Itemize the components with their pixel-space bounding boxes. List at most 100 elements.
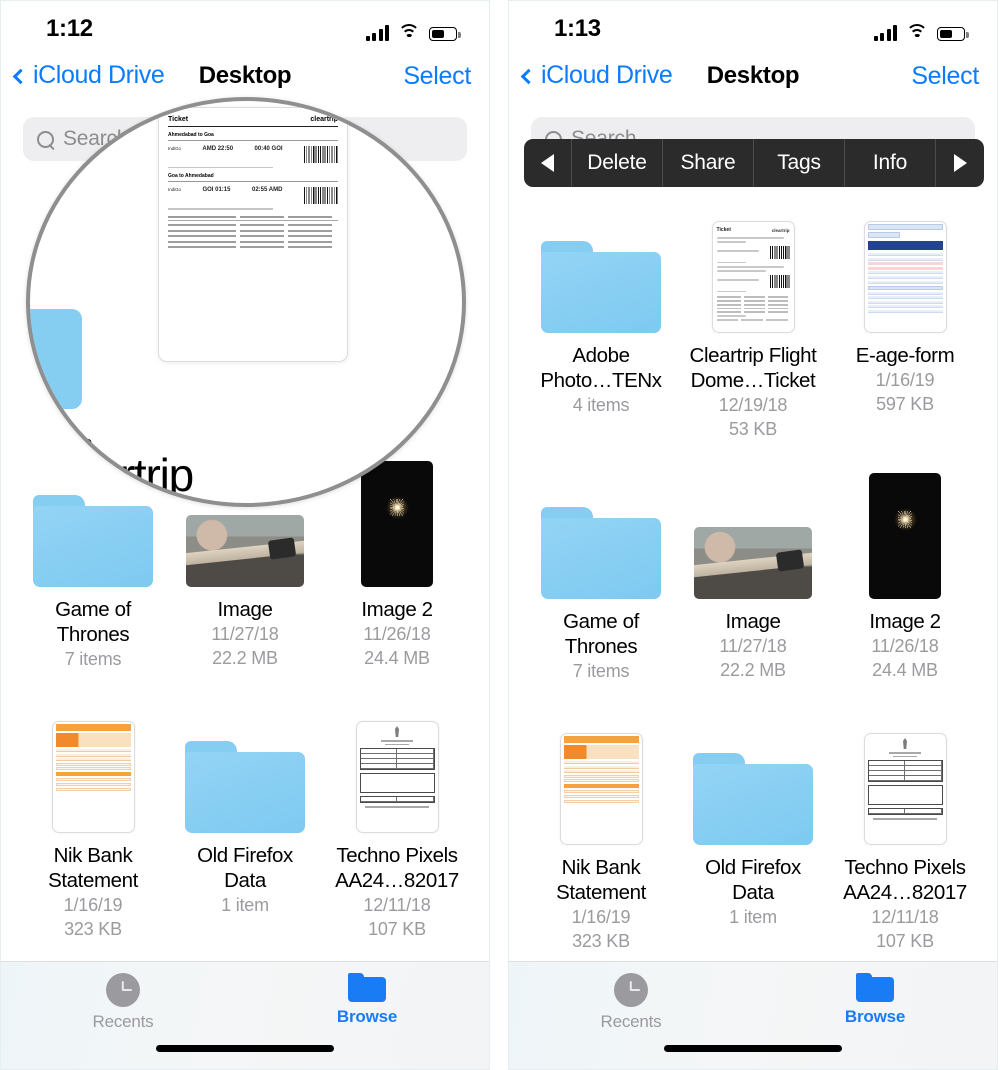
file-grid: Game of Thrones 7 items Image 11/27/18 2…	[1, 433, 489, 941]
file-meta-1: 7 items	[572, 661, 630, 681]
photo-thumbnail	[361, 461, 433, 587]
file-name-line1: Nik Bank	[561, 856, 641, 879]
file-cell[interactable]: Old Firefox Data 1 item	[677, 687, 829, 953]
file-cell[interactable]: Nik Bank Statement 1/16/19 323 KB	[525, 687, 677, 953]
thumbnail: Ticket cleartrip	[711, 207, 795, 333]
ticket-document-thumbnail: Ticket cleartrip Ahmedabad to Goa IndiGo…	[158, 107, 348, 362]
ticket-section-1: Ahmedabad to Goa	[168, 132, 338, 141]
file-cell[interactable]: Adobe Photo…TENx 4 items	[525, 197, 677, 441]
tab-browse-label: Browse	[844, 1007, 906, 1026]
thumbnail	[541, 207, 661, 333]
file-name-line2: Photo…TENx	[540, 369, 662, 392]
select-button[interactable]: Select	[403, 62, 471, 91]
right-arrow-icon	[953, 154, 967, 172]
ticket-leg2-from: GOI 01:15	[202, 187, 231, 194]
menu-item-delete[interactable]: Delete	[572, 139, 663, 187]
right-phone-screen: 1:13 iCloud Drive Desktop Select Search	[508, 0, 998, 1070]
folder-icon	[348, 973, 386, 1002]
menu-item-info[interactable]: Info	[845, 139, 936, 187]
file-cell[interactable]: Techno Pixels AA24…82017 12/11/18 107 KB	[321, 675, 473, 941]
file-cell[interactable]: E-age-form 1/16/19 597 KB	[829, 197, 981, 441]
file-cell[interactable]: Old Firefox Data 1 item	[169, 675, 321, 941]
battery-icon	[937, 27, 969, 41]
file-name-line1: Game of	[563, 610, 639, 633]
file-name-line1: Image	[217, 598, 273, 621]
thumbnail	[694, 473, 812, 599]
folder-icon	[33, 495, 153, 587]
file-meta-1: 11/26/18	[363, 624, 431, 644]
file-meta-1: 12/11/18	[871, 907, 939, 927]
thumbnail	[51, 707, 135, 833]
file-cell[interactable]: Image 2 11/26/18 24.4 MB	[829, 445, 981, 683]
file-grid: Adobe Photo…TENx 4 items Ticket cleartrip	[509, 179, 997, 953]
file-meta-1: 1/16/19	[875, 370, 935, 390]
menu-item-share[interactable]: Share	[663, 139, 754, 187]
file-name-line2: AA24…82017	[843, 881, 967, 904]
file-meta-1: 12/11/18	[363, 895, 431, 915]
file-meta-1: 11/27/18	[719, 636, 787, 656]
ticket-airline: IndiGo	[168, 187, 181, 193]
file-meta-1: 1 item	[729, 907, 777, 927]
thumbnail	[541, 473, 661, 599]
file-meta-1: 11/26/18	[871, 636, 939, 656]
tab-browse-label: Browse	[336, 1007, 398, 1026]
document-thumbnail	[559, 733, 643, 845]
tab-recents[interactable]: Recents	[509, 973, 753, 1032]
home-indicator[interactable]	[156, 1045, 334, 1052]
file-name-line1: Game of	[55, 598, 131, 621]
home-indicator[interactable]	[664, 1045, 842, 1052]
file-meta-2: 597 KB	[876, 394, 934, 414]
file-cell[interactable]: Nik Bank Statement 1/16/19 323 KB	[17, 675, 169, 941]
file-meta-1: 12/19/18	[718, 395, 788, 415]
photo-thumbnail	[869, 473, 941, 599]
file-name-line2: Thrones	[56, 623, 130, 646]
status-icons	[365, 17, 461, 41]
folder-icon	[856, 973, 894, 1002]
file-name-line1: Old Firefox	[197, 844, 293, 867]
thumbnail	[185, 707, 305, 833]
tab-recents-label: Recents	[92, 1012, 154, 1031]
navigation-bar: iCloud Drive Desktop Select	[509, 59, 997, 111]
file-cell[interactable]: Techno Pixels AA24…82017 12/11/18 107 KB	[829, 687, 981, 953]
file-name-line2: Statement	[48, 869, 138, 892]
menu-prev-button[interactable]	[524, 139, 572, 187]
tab-browse[interactable]: Browse	[245, 973, 489, 1027]
status-bar: 1:12	[1, 1, 489, 59]
ticket-leg2-to: 02:55 AMD	[251, 187, 283, 194]
file-meta-1: 1 item	[221, 895, 269, 915]
file-name-line2: Dome…Ticket	[690, 369, 816, 392]
cellular-signal-icon	[873, 24, 897, 41]
file-cell[interactable]: Image 11/27/18 22.2 MB	[677, 445, 829, 683]
left-phone-screen: 1:12 iCloud Drive Desktop Select Search	[0, 0, 490, 1070]
file-meta-1: 1/16/19	[571, 907, 631, 927]
file-meta-2: 107 KB	[368, 919, 426, 939]
file-meta-2: 22.2 MB	[720, 660, 786, 680]
menu-next-button[interactable]	[936, 139, 984, 187]
file-name-line2: Statement	[556, 881, 646, 904]
thumbnail	[863, 719, 947, 845]
clock-icon	[614, 973, 648, 1007]
cleartrip-logo: cleartrip	[310, 116, 338, 123]
photo-thumbnail	[694, 527, 812, 599]
battery-icon	[429, 27, 461, 41]
file-name-line1: Adobe	[572, 344, 630, 367]
clock-icon	[106, 973, 140, 1007]
file-cell[interactable]: Ticket cleartrip Cleartrip Flight Dome…T…	[677, 197, 829, 441]
file-name-line2: AA24…82017	[335, 869, 459, 892]
document-thumbnail: Ticket cleartrip	[711, 221, 795, 333]
thumbnail	[869, 473, 941, 599]
menu-item-tags[interactable]: Tags	[754, 139, 845, 187]
thumbnail	[863, 207, 947, 333]
file-cell[interactable]: Game of Thrones 7 items	[525, 445, 677, 683]
search-icon	[37, 130, 54, 148]
status-time: 1:13	[554, 15, 601, 42]
file-name-line1: Cleartrip Flight	[689, 344, 817, 367]
tab-recents[interactable]: Recents	[1, 973, 245, 1032]
ticket-title: Ticket	[168, 116, 189, 123]
tab-browse[interactable]: Browse	[753, 973, 997, 1027]
file-meta-2: 24.4 MB	[364, 648, 430, 668]
select-button[interactable]: Select	[911, 62, 979, 91]
tab-bar: Recents Browse	[509, 961, 997, 1069]
file-meta-1: 1/16/19	[63, 895, 123, 915]
file-meta-2: 24.4 MB	[872, 660, 938, 680]
